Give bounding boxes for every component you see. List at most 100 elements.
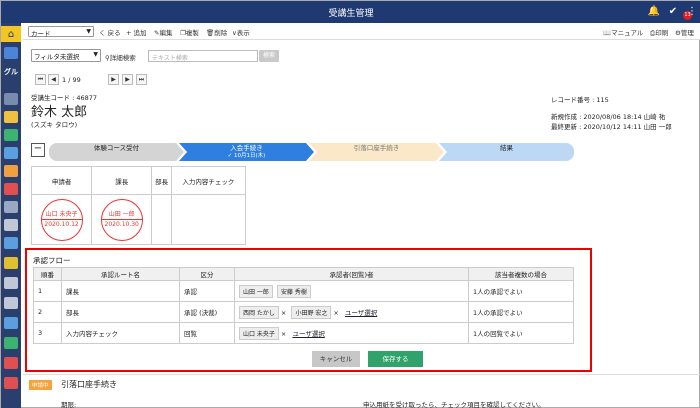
edit-button[interactable]: ✎編集 (154, 27, 172, 37)
user-select-link[interactable]: ユーザ選択 (345, 309, 377, 317)
search-input[interactable]: テキスト検索 (148, 50, 258, 62)
view-label: 表示 (236, 29, 250, 37)
add-button[interactable]: + 追加 (126, 27, 147, 37)
search-button[interactable]: 検索 (259, 50, 279, 62)
stamp-header: 入力内容チェック (170, 166, 247, 195)
remove-icon[interactable]: × (281, 309, 286, 317)
created-info: 新規作成 : 2020/08/06 18:14 山崎 祐 (551, 113, 666, 121)
table-row: 1 課長 承認 山田 一郎 安藤 秀樹 1人の承認でよい (33, 280, 574, 302)
first-page-button[interactable]: ⏮ (35, 74, 46, 85)
step-bank-account[interactable]: 引落口座手続き (309, 143, 444, 161)
report-icon[interactable] (4, 297, 18, 309)
edit-label: 編集 (159, 29, 173, 37)
book-icon: 📖 (603, 29, 612, 37)
database-icon[interactable] (4, 47, 18, 59)
document-icon[interactable] (4, 219, 18, 231)
stamp-header: 課長 (91, 166, 153, 195)
mail-icon[interactable] (4, 165, 18, 177)
view-select-value: カード (31, 30, 51, 38)
approvers-cell: 山口 未央子 × ユーザ選択 (234, 322, 469, 344)
admin-button[interactable]: ⚙管理 (675, 27, 694, 37)
approver-chip: 安藤 秀樹 (277, 284, 311, 298)
status-badge: 申請中 (29, 380, 52, 390)
list-icon[interactable] (4, 93, 18, 105)
sidebar-group-label: グル (4, 68, 18, 76)
stamp-cell (170, 194, 247, 245)
calendar-icon[interactable] (4, 111, 18, 123)
route-cell: 入力内容チェック (61, 322, 180, 344)
step-label: 結果 (500, 144, 513, 152)
schedule-icon[interactable] (4, 183, 18, 195)
next-page-button[interactable]: ▶ (108, 74, 119, 85)
step-enrollment[interactable]: 入会手続き ✓ 10月1日(木) (179, 143, 314, 161)
multi-cell: 1人の承認でよい (468, 280, 574, 302)
multi-cell: 1人の承認でよい (468, 301, 574, 323)
filter-select[interactable]: フィルタ未選択 ▼ (31, 49, 101, 62)
print-button[interactable]: ⎙印刷 (650, 27, 668, 38)
manual-button[interactable]: 📖マニュアル (603, 27, 643, 37)
advanced-search-link[interactable]: ⚲詳細検索 (105, 52, 136, 62)
column-header: 区分 (179, 267, 235, 281)
back-button[interactable]: く 戻る (99, 27, 121, 37)
last-page-button[interactable]: ⏭ (136, 74, 147, 85)
column-header: 順番 (33, 267, 62, 281)
save-button[interactable]: 保存する (368, 351, 423, 367)
column-header: 承認ルート名 (61, 267, 180, 281)
delete-label: 削除 (214, 29, 228, 37)
folder-icon[interactable] (4, 201, 18, 213)
admin-label: 管理 (680, 29, 694, 37)
record-number: レコード番号 : 115 (551, 96, 609, 104)
stamp-header: 申請者 (30, 166, 93, 195)
route-cell: 課長 (61, 280, 180, 302)
approver-chip: 西岡 たかし (239, 305, 279, 319)
approval-stamps: 申請者 課長 部長 入力内容チェック 山口 未央子 2020.10.12 山田 … (30, 166, 247, 245)
user-select-link[interactable]: ユーザ選択 (292, 330, 324, 338)
remove-icon[interactable]: × (281, 330, 286, 338)
check-icon[interactable]: ✔ (666, 4, 680, 18)
flag-icon[interactable] (4, 357, 18, 369)
approver-name: 山口 未央子 (243, 330, 275, 338)
type-cell: 回覧 (179, 322, 235, 344)
board-icon[interactable] (4, 317, 18, 329)
chart-icon[interactable] (4, 337, 18, 349)
cancel-button[interactable]: キャンセル (312, 351, 360, 367)
section-title: 引落口座手続き (61, 380, 117, 389)
remove-icon[interactable]: × (333, 309, 338, 317)
stamp-cell: 山田 一郎 2020.10.30 (91, 194, 153, 245)
stamp-name: 山口 未央子 (45, 211, 78, 218)
view-select[interactable]: カード ▼ (28, 26, 94, 38)
approver-chip: 小田野 宏之 (291, 305, 332, 319)
more-menu-icon[interactable]: ⋮ (685, 4, 699, 18)
next-record-button[interactable]: ▶ (122, 74, 133, 85)
instruction-text: 申込用紙を受け取ったら、チェック項目を確認してください。 (363, 401, 545, 408)
stamp-header: 部長 (151, 166, 172, 195)
inbox-icon[interactable] (4, 377, 18, 389)
collapse-button[interactable]: − (31, 143, 45, 157)
message-icon[interactable] (4, 237, 18, 249)
route-cell: 部長 (61, 301, 180, 323)
order-cell: 1 (33, 280, 62, 302)
order-cell: 2 (33, 301, 62, 323)
sidebar: ⌂ グル (1, 23, 21, 408)
home-icon[interactable]: ⌂ (1, 26, 21, 42)
approver-name: 小田野 宏之 (295, 309, 328, 317)
chat-icon[interactable] (4, 147, 18, 159)
student-name: 鈴木 太郎 (31, 105, 88, 120)
view-menu[interactable]: ∨表示 (232, 27, 250, 37)
step-label: 入会手続き (230, 144, 263, 152)
shop-icon[interactable] (4, 257, 18, 269)
approval-flow-table: 順番 承認ルート名 区分 承認者(回覧)者 該当者複数の場合 1 課長 承認 山… (33, 267, 574, 344)
copy-button[interactable]: ❐複製 (180, 27, 199, 37)
approval-flow-title: 承認フロー (33, 256, 71, 265)
delete-button[interactable]: 🗑削除 (206, 27, 227, 37)
step-result[interactable]: 結果 (439, 143, 574, 161)
step-trial-course[interactable]: 体験コース受付 (49, 143, 184, 161)
approver-chip: 山田 一郎 (239, 284, 273, 298)
approver-name: 西岡 たかし (243, 309, 275, 317)
chevron-down-icon: ▼ (93, 51, 98, 58)
bell-icon[interactable]: 🔔 (647, 4, 661, 18)
file-icon[interactable] (4, 277, 18, 289)
check-list-icon[interactable] (4, 129, 18, 141)
prev-page-button[interactable]: ◀ (48, 74, 59, 85)
deadline-label: 期限: (61, 401, 77, 408)
